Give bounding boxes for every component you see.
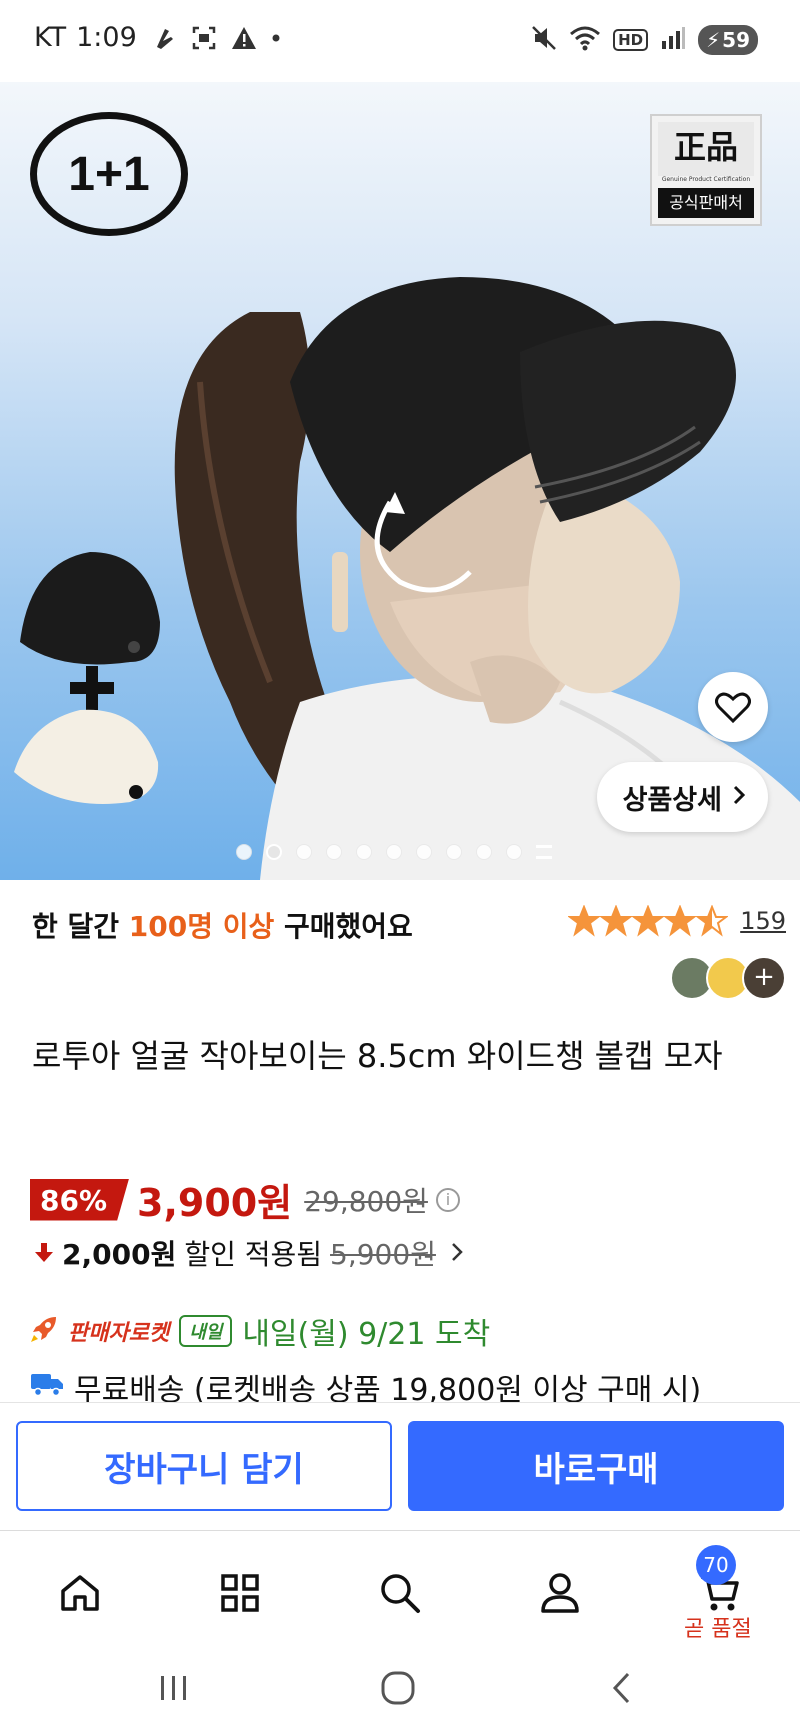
system-navigation-bar bbox=[0, 1640, 800, 1733]
chevron-right-icon bbox=[450, 1237, 464, 1270]
carousel-dot bbox=[326, 844, 342, 860]
coupon-row[interactable]: 2,000원 할인 적용됨 5,900원 bbox=[34, 1233, 464, 1273]
purchase-suffix: 구매했어요 bbox=[284, 910, 413, 943]
purchase-prefix: 한 달간 bbox=[32, 910, 120, 943]
reviewer-avatars[interactable]: + bbox=[670, 956, 786, 1000]
signal-icon bbox=[660, 25, 686, 55]
wifi-icon bbox=[569, 24, 601, 56]
product-image-carousel[interactable]: 1+1 正品 Genuine Product Certification 공식판… bbox=[0, 82, 800, 880]
back-button[interactable] bbox=[600, 1666, 644, 1710]
purchase-highlight: 100명 이상 bbox=[128, 910, 275, 943]
purchase-count-text: 한 달간 100명 이상 구매했어요 bbox=[32, 905, 413, 945]
sale-price: 3,900원 bbox=[137, 1181, 293, 1225]
back-icon bbox=[612, 1672, 630, 1704]
warning-icon bbox=[231, 25, 257, 51]
carousel-dot bbox=[236, 844, 252, 860]
rating-summary[interactable]: 159 bbox=[568, 905, 786, 937]
carousel-dot bbox=[416, 844, 432, 860]
seller-rocket-label: 판매자로켓 bbox=[68, 1321, 170, 1346]
cert-label: 공식판매처 bbox=[658, 188, 754, 218]
screenshot-icon bbox=[191, 25, 217, 51]
bottom-navigation: 70 곧 품절 bbox=[0, 1530, 800, 1642]
product-detail-button[interactable]: 상품상세 bbox=[596, 762, 768, 832]
battery-level: 59 bbox=[722, 28, 750, 52]
coupon-amount: 2,000원 bbox=[62, 1238, 177, 1271]
original-price: 29,800원 bbox=[304, 1184, 428, 1218]
carousel-indicator bbox=[236, 844, 552, 860]
star-rating-icon bbox=[568, 905, 729, 937]
discount-badge: 86% bbox=[30, 1178, 130, 1221]
dot-icon bbox=[271, 33, 281, 43]
recent-apps-icon bbox=[161, 1676, 186, 1700]
status-left: KT 1:09 bbox=[34, 22, 281, 53]
rocket-icon bbox=[30, 1315, 58, 1347]
carrier-label: KT bbox=[34, 22, 67, 53]
carousel-dot bbox=[356, 844, 372, 860]
cart-count-badge: 70 bbox=[696, 1545, 736, 1585]
delivery-row: 판매자로켓 내일 내일(월) 9/21 도착 bbox=[30, 1309, 490, 1353]
more-avatars-icon: + bbox=[742, 956, 786, 1000]
buy-now-button[interactable]: 바로구매 bbox=[408, 1421, 784, 1511]
home-circle-icon bbox=[381, 1671, 415, 1705]
status-right: HD ⚡ 59 bbox=[531, 24, 758, 56]
soldout-soon-label: 곧 품절 bbox=[684, 1617, 752, 1642]
carousel-dot bbox=[506, 844, 522, 860]
carousel-more-icon bbox=[536, 845, 552, 859]
nav-category[interactable] bbox=[210, 1563, 270, 1623]
genuine-cert-badge: 正品 Genuine Product Certification 공식판매처 bbox=[650, 114, 762, 226]
info-icon[interactable]: i bbox=[435, 1187, 460, 1212]
my-page-icon bbox=[541, 1573, 579, 1613]
heart-icon bbox=[715, 692, 751, 724]
steps-icon bbox=[151, 25, 177, 51]
battery-icon: ⚡ 59 bbox=[698, 25, 758, 55]
price-row: 86% 3,900원 29,800원 i bbox=[30, 1172, 460, 1227]
product-detail-label: 상품상세 bbox=[622, 784, 722, 816]
carousel-dot bbox=[386, 844, 402, 860]
product-title: 로투아 얼굴 작아보이는 8.5cm 와이드챙 볼캡 모자 bbox=[32, 1037, 723, 1075]
down-arrow-icon bbox=[34, 1237, 54, 1270]
status-bar: KT 1:09 HD ⚡ 59 bbox=[0, 0, 800, 82]
add-to-cart-button[interactable]: 장바구니 담기 bbox=[16, 1421, 392, 1511]
hd-icon: HD bbox=[613, 29, 649, 51]
clock: 1:09 bbox=[76, 22, 137, 53]
search-icon bbox=[381, 1574, 420, 1613]
nav-my-page[interactable] bbox=[530, 1563, 590, 1623]
category-icon bbox=[221, 1574, 259, 1612]
cert-subtitle: Genuine Product Certification bbox=[661, 176, 751, 183]
recent-apps-button[interactable] bbox=[152, 1666, 196, 1710]
review-count-link[interactable]: 159 bbox=[740, 907, 786, 935]
purchase-action-bar: 장바구니 담기 바로구매 bbox=[0, 1402, 800, 1530]
promo-1plus1-badge: 1+1 bbox=[30, 112, 188, 236]
carousel-dot bbox=[476, 844, 492, 860]
coupon-original-price: 5,900원 bbox=[330, 1238, 436, 1271]
carousel-dot bbox=[296, 844, 312, 860]
arrival-date: 내일(월) 9/21 도착 bbox=[242, 1317, 491, 1352]
nav-home[interactable] bbox=[50, 1563, 110, 1623]
carousel-dot bbox=[446, 844, 462, 860]
carousel-dot-active bbox=[266, 844, 282, 860]
home-system-button[interactable] bbox=[376, 1666, 420, 1710]
wishlist-button[interactable] bbox=[698, 672, 768, 742]
cert-title: 正品 bbox=[658, 122, 754, 176]
mute-icon bbox=[531, 24, 557, 56]
truck-icon bbox=[30, 1370, 64, 1405]
chevron-right-icon bbox=[732, 782, 746, 813]
nav-search[interactable] bbox=[370, 1563, 430, 1623]
tomorrow-tag: 내일 bbox=[179, 1315, 233, 1347]
coupon-text: 할인 적용됨 bbox=[184, 1238, 323, 1271]
home-icon bbox=[61, 1575, 99, 1611]
